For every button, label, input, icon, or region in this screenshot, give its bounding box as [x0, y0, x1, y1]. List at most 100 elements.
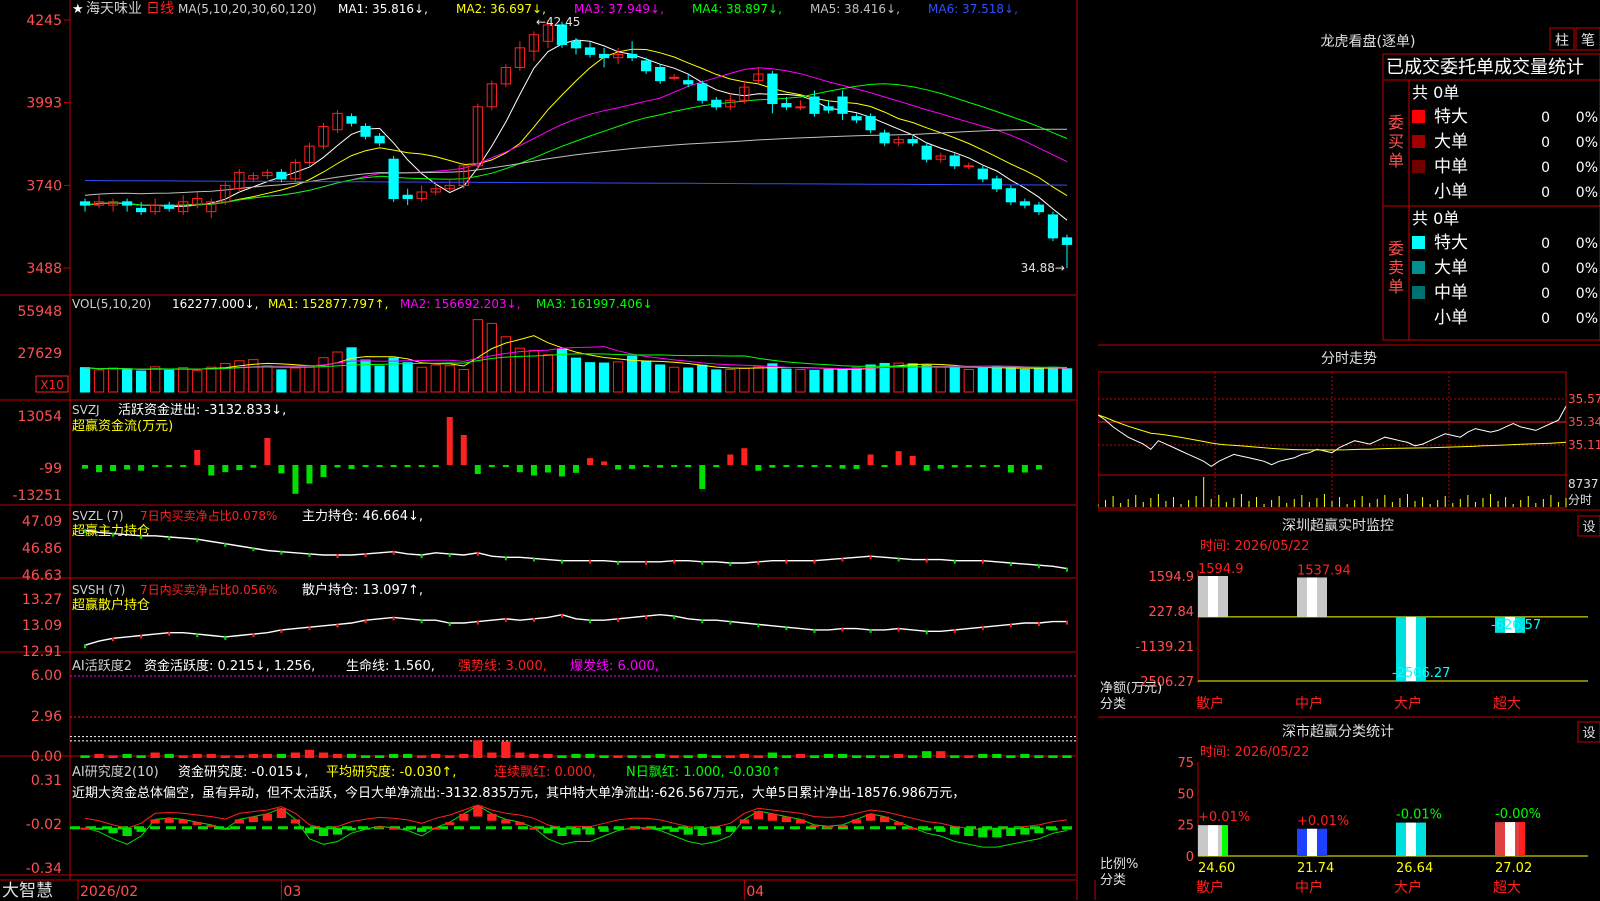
- research-bar: [262, 813, 273, 821]
- svzj-bar: [152, 465, 159, 467]
- svsh-y-tick-label: 13.09: [22, 618, 62, 634]
- volume-bar: [907, 363, 918, 393]
- ai-activity-header: AI活跃度2: [72, 658, 132, 674]
- ai-research-y-tick-label: 0.31: [31, 773, 62, 789]
- buy-row-name: 小单: [1434, 182, 1468, 202]
- svsh-tick: [308, 626, 311, 631]
- volume-bar: [79, 367, 91, 393]
- research-bar: [94, 827, 104, 830]
- ai-activity-bar: [557, 755, 567, 758]
- period-label: 日线: [146, 1, 174, 17]
- svzj-bar: [362, 465, 369, 467]
- ai-research-avg: 平均研究度: -0.030↑,: [326, 764, 456, 780]
- research-bar: [276, 808, 287, 818]
- research-bar: [403, 827, 413, 830]
- candle-body: [121, 201, 133, 206]
- research-bar: [711, 827, 721, 835]
- svzl-title: 超赢主力持仓: [72, 523, 150, 539]
- svsh-tick: [1009, 623, 1012, 628]
- ai-activity-bar: [248, 753, 258, 758]
- svzj-bar: [222, 465, 229, 473]
- research-bar: [683, 827, 693, 835]
- volume-bar: [725, 369, 736, 393]
- research-bar: [346, 827, 357, 831]
- volume-bar: [753, 366, 764, 393]
- svsh-tick: [785, 626, 788, 631]
- ai-activity-bar: [823, 753, 834, 758]
- ai-activity-bar: [487, 752, 497, 758]
- candle-body: [626, 53, 638, 59]
- volume-bar: [851, 367, 862, 393]
- research-bar: [389, 827, 399, 830]
- volume-bar: [781, 368, 792, 393]
- svzl-tick: [813, 559, 816, 564]
- ai-life-line: 生命线: 1.560,: [346, 658, 435, 674]
- svzj-bar: [825, 465, 832, 467]
- volume-bar: [739, 367, 750, 393]
- svsh-y-tick-label: 13.27: [22, 592, 62, 608]
- ai-activity-bar: [360, 755, 371, 758]
- svzl-tick: [729, 561, 732, 566]
- volume-bar: [1005, 367, 1017, 393]
- monitor-bar-label: 1594.9: [1198, 562, 1244, 577]
- svzj-bar: [783, 465, 790, 467]
- stats-bar-edge: [1420, 822, 1426, 856]
- research-bar: [894, 822, 904, 825]
- svzl-y-tick-label: 46.86: [22, 541, 62, 557]
- volume-bar: [402, 362, 413, 393]
- volume-bar: [444, 365, 455, 393]
- ai-activity-bar: [403, 753, 413, 758]
- research-bar: [108, 827, 118, 834]
- svzj-bar: [432, 465, 439, 467]
- svzj-bar: [250, 465, 257, 468]
- candle-body: [921, 145, 932, 160]
- svzj-bar: [699, 465, 706, 489]
- stats-bar-highlight: [1307, 828, 1317, 856]
- svzj-bar: [881, 465, 888, 468]
- stats-bar-value: 27.02: [1495, 861, 1532, 876]
- ai-activity-bar: [978, 753, 988, 758]
- svzj-title: 超赢资金流(万元): [72, 418, 173, 434]
- research-bar: [599, 827, 609, 832]
- research-bar: [1062, 827, 1072, 830]
- ai-activity-bar: [150, 752, 160, 758]
- research-bar: [206, 824, 216, 827]
- svzl-tick: [617, 560, 620, 565]
- tab-tick-label: 笔: [1581, 33, 1595, 49]
- monitor-bar-label: -2506.27: [1392, 666, 1450, 681]
- svsh-tick: [729, 620, 732, 625]
- research-bar: [908, 827, 918, 830]
- candle-body: [669, 76, 680, 79]
- ai-activity-bar: [571, 753, 581, 758]
- research-bar: [178, 819, 188, 824]
- ai-activity-bar: [290, 752, 301, 758]
- svsh-tick: [1037, 622, 1040, 626]
- volume-bar: [121, 369, 133, 393]
- ai-activity-bar: [950, 755, 960, 758]
- svzl-tick: [757, 560, 760, 565]
- svzj-bar: [418, 465, 425, 467]
- stats-unit: 比例%: [1100, 857, 1138, 872]
- ai-activity-bar: [809, 755, 820, 758]
- stats-bar-edge: [1519, 822, 1525, 856]
- candle-body: [135, 207, 147, 213]
- kline-chart-area[interactable]: 4245 3993 3740 3488 ★ 海天味业 日线 MA(5,10,20,30,60,…: [0, 0, 1098, 900]
- svsh-line: [84, 613, 1067, 646]
- volume-bar: [669, 366, 680, 393]
- ai-activity-bar: [192, 753, 202, 758]
- ma-value-ma3: MA3: 37.949↓,: [574, 2, 664, 16]
- svsh-tick: [981, 626, 984, 631]
- research-bar: [739, 819, 749, 824]
- research-bar: [851, 819, 862, 824]
- ai-activity-value: 资金活跃度: 0.215↓, 1.256,: [144, 658, 315, 674]
- svzl-tick: [140, 534, 143, 539]
- volume-bar: [528, 349, 540, 393]
- ai-activity-bar: [613, 755, 623, 758]
- svzj-bar: [138, 465, 145, 471]
- svsh-tick: [252, 633, 255, 638]
- sell-row-name: 中单: [1434, 283, 1468, 303]
- candle-body: [879, 132, 890, 144]
- candle-body: [1019, 201, 1031, 206]
- monitor-bar-label: 1537.94: [1297, 563, 1351, 578]
- x-axis-tick-label: 04: [746, 884, 764, 900]
